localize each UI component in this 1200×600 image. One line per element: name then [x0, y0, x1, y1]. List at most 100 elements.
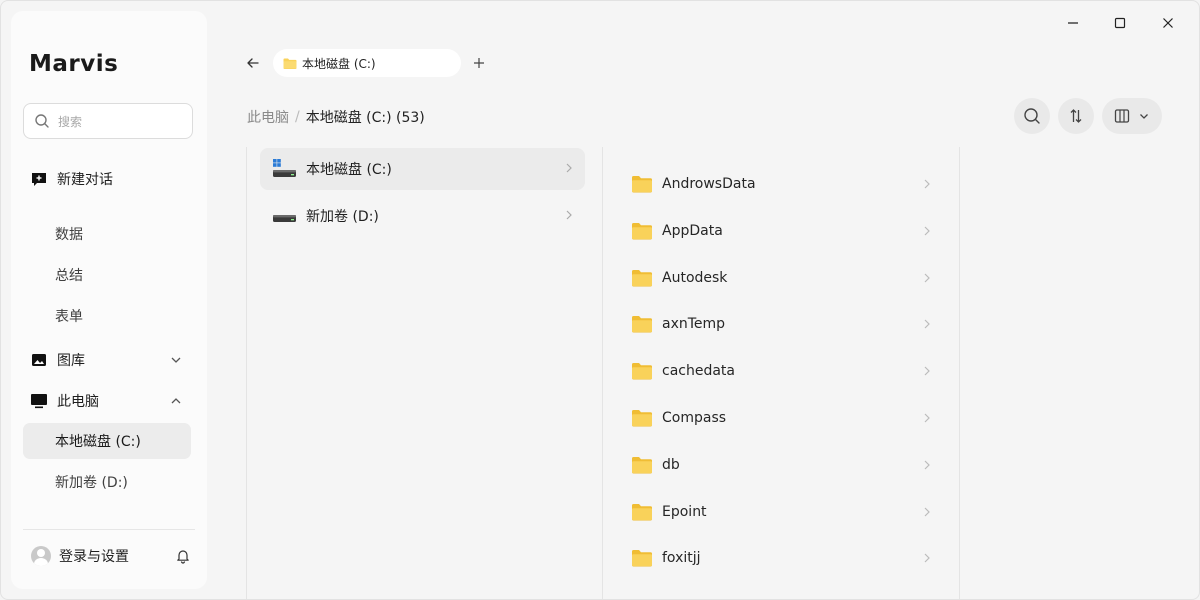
- sidebar-item-label: 数据: [55, 227, 83, 243]
- view-mode-button[interactable]: [1102, 98, 1162, 134]
- folder-name: Epoint: [662, 503, 707, 520]
- close-icon: [1163, 18, 1173, 28]
- new-chat-button[interactable]: 新建对话: [23, 161, 191, 197]
- folder-name: AndrowsData: [662, 176, 756, 192]
- sort-icon: [1070, 109, 1082, 123]
- maximize-icon: [1114, 17, 1126, 29]
- folder-row[interactable]: Epoint: [621, 492, 943, 532]
- folder-icon: [632, 503, 652, 521]
- close-button[interactable]: [1156, 11, 1180, 35]
- folder-row[interactable]: foxitjj: [621, 538, 943, 578]
- app-window: Marvis 搜索 新建对话 数据 总结 表单 图库 此电脑 本地磁盘 (C:)…: [0, 0, 1200, 600]
- tab-label: 本地磁盘 (C:): [302, 56, 376, 71]
- folder-icon: [632, 363, 652, 380]
- chevron-up-icon[interactable]: [169, 394, 183, 408]
- windows-drive-icon: [272, 158, 298, 180]
- chevron-right-icon: [566, 163, 572, 173]
- folder-icon: [632, 316, 652, 333]
- column-divider: [602, 147, 603, 599]
- folder-row[interactable]: db: [621, 445, 943, 485]
- sidebar-item-drive-c[interactable]: 本地磁盘 (C:): [23, 423, 191, 459]
- breadcrumb-separator: /: [295, 109, 300, 125]
- breadcrumb-this-pc[interactable]: 此电脑: [247, 107, 289, 127]
- chevron-right-icon: [924, 319, 930, 329]
- add-tab-button[interactable]: [469, 51, 489, 75]
- sidebar-item-this-pc[interactable]: 此电脑: [23, 383, 191, 419]
- sidebar-item-label: 图库: [57, 353, 85, 369]
- sidebar-item-data[interactable]: 数据: [23, 216, 191, 252]
- arrow-left-icon: [247, 58, 259, 68]
- folder-row[interactable]: cachedata: [621, 351, 943, 391]
- minimize-icon: [1068, 22, 1078, 24]
- chevron-right-icon: [924, 460, 930, 470]
- plus-icon: [474, 58, 484, 68]
- folder-name: AppData: [662, 222, 723, 239]
- drive-item-c[interactable]: 本地磁盘 (C:): [260, 148, 585, 190]
- new-chat-label: 新建对话: [57, 172, 113, 188]
- sidebar-item-label: 表单: [55, 309, 83, 325]
- image-icon: [29, 350, 49, 370]
- folder-icon: [632, 550, 652, 567]
- folder-icon: [632, 176, 652, 193]
- folder-name: cachedata: [662, 363, 735, 380]
- search-icon: [1024, 108, 1040, 124]
- breadcrumb: 此电脑 / 本地磁盘 (C:) (53): [247, 107, 425, 127]
- folder-name: db: [662, 456, 680, 473]
- bell-icon[interactable]: [175, 548, 191, 564]
- sidebar-item-label: 总结: [55, 268, 83, 284]
- search-box[interactable]: 搜索: [23, 103, 193, 139]
- minimize-button[interactable]: [1061, 11, 1085, 35]
- login-settings-label: 登录与设置: [59, 549, 129, 565]
- search-button[interactable]: [1014, 98, 1050, 134]
- search-input[interactable]: 搜索: [58, 113, 82, 130]
- chevron-right-icon: [924, 507, 930, 517]
- folder-name: axnTemp: [662, 316, 726, 333]
- chevron-right-icon: [566, 210, 572, 220]
- sidebar-item-form[interactable]: 表单: [23, 298, 191, 334]
- folder-row[interactable]: AndrowsData: [621, 164, 943, 204]
- back-button[interactable]: [241, 51, 265, 75]
- folder-icon: [632, 410, 652, 427]
- chevron-right-icon: [924, 226, 930, 236]
- folder-icon: [632, 269, 652, 287]
- chevron-right-icon: [924, 366, 930, 376]
- maximize-button[interactable]: [1108, 11, 1132, 35]
- avatar: [31, 546, 51, 566]
- chevron-down-icon: [1140, 114, 1148, 119]
- drive-label: 新加卷 (D:): [306, 209, 379, 225]
- chevron-right-icon: [924, 273, 930, 283]
- tab-drive-c[interactable]: 本地磁盘 (C:): [273, 49, 461, 77]
- folder-row[interactable]: axnTemp: [621, 304, 943, 344]
- breadcrumb-current: 本地磁盘 (C:) (53): [305, 110, 425, 126]
- folder-row[interactable]: Autodesk: [621, 258, 943, 298]
- sidebar-item-label: 此电脑: [57, 394, 99, 410]
- login-settings-button[interactable]: 登录与设置: [23, 538, 195, 574]
- sort-button[interactable]: [1058, 98, 1094, 134]
- folder-name: Autodesk: [662, 269, 728, 286]
- columns-icon: [1114, 109, 1130, 123]
- folder-icon: [632, 456, 652, 474]
- chat-icon: [29, 169, 49, 189]
- chevron-right-icon: [924, 553, 930, 563]
- drive-item-d[interactable]: 新加卷 (D:): [260, 195, 585, 237]
- chevron-right-icon: [924, 179, 930, 189]
- column-divider: [246, 147, 247, 599]
- chevron-down-icon[interactable]: [169, 353, 183, 367]
- search-icon: [35, 114, 49, 128]
- monitor-icon: [29, 391, 49, 411]
- drive-label: 本地磁盘 (C:): [306, 162, 392, 178]
- folder-row[interactable]: Compass: [621, 398, 943, 438]
- sidebar-item-summary[interactable]: 总结: [23, 257, 191, 293]
- app-title: Marvis: [29, 51, 119, 77]
- chevron-right-icon: [924, 413, 930, 423]
- sidebar: Marvis 搜索 新建对话 数据 总结 表单 图库 此电脑 本地磁盘 (C:)…: [11, 11, 207, 589]
- drive-icon: [272, 205, 298, 227]
- folder-icon: [632, 222, 652, 240]
- folder-row[interactable]: AppData: [621, 211, 943, 251]
- folder-name: Compass: [662, 410, 727, 426]
- sidebar-divider: [23, 529, 195, 530]
- folder-icon: [283, 58, 297, 69]
- sidebar-item-drive-d[interactable]: 新加卷 (D:): [23, 464, 191, 500]
- sidebar-item-gallery[interactable]: 图库: [23, 342, 191, 378]
- sidebar-item-label: 新加卷 (D:): [55, 475, 128, 491]
